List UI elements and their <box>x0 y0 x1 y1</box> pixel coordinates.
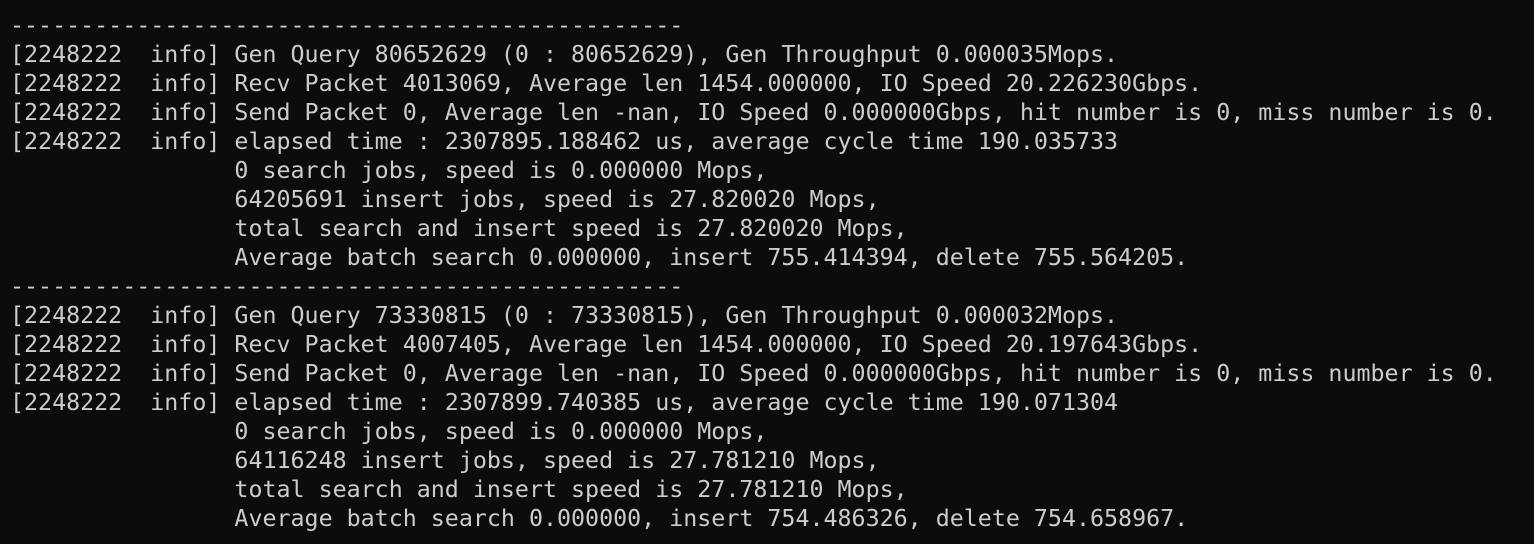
terminal-line: [2248222 info] Gen Query 80652629 (0 : 8… <box>10 41 1119 68</box>
terminal-line-partial: ----------------------------------------… <box>10 0 1534 11</box>
terminal-line: total search and insert speed is 27.7812… <box>10 476 908 503</box>
terminal-line: 64205691 insert jobs, speed is 27.820020… <box>10 186 880 213</box>
terminal-output[interactable]: ----------------------------------------… <box>0 0 1534 544</box>
terminal-line-separator: ----------------------------------------… <box>10 273 684 300</box>
terminal-line: 64116248 insert jobs, speed is 27.781210… <box>10 447 880 474</box>
terminal-line-separator: ----------------------------------------… <box>10 12 684 39</box>
terminal-line: [2248222 info] Send Packet 0, Average le… <box>10 360 1497 387</box>
terminal-line: [2248222 info] Send Packet 0, Average le… <box>10 99 1497 126</box>
terminal-line: total search and insert speed is 27.8200… <box>10 215 908 242</box>
terminal-line: 0 search jobs, speed is 0.000000 Mops, <box>10 418 768 445</box>
terminal-line: Average batch search 0.000000, insert 75… <box>10 244 1189 271</box>
terminal-line: [2248222 info] elapsed time : 2307895.18… <box>10 128 1119 155</box>
terminal-line: [2248222 info] Recv Packet 4013069, Aver… <box>10 70 1203 97</box>
terminal-line: [2248222 info] Gen Query 73330815 (0 : 7… <box>10 302 1119 329</box>
terminal-line: [2248222 info] Recv Packet 4007405, Aver… <box>10 331 1203 358</box>
terminal-line: [2248222 info] elapsed time : 2307899.74… <box>10 389 1119 416</box>
terminal-line: 0 search jobs, speed is 0.000000 Mops, <box>10 157 768 184</box>
terminal-line: Average batch search 0.000000, insert 75… <box>10 505 1189 532</box>
